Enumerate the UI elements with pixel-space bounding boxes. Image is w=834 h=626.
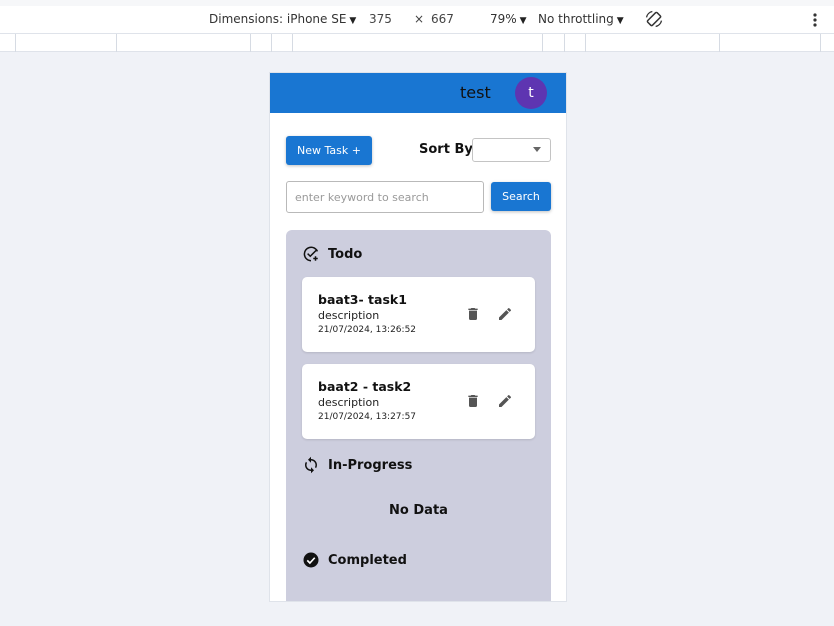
devtools-device-toolbar: Dimensions: iPhone SE ▼ 375 × 667 79% ▼ No… bbox=[0, 0, 834, 34]
check-circle-icon bbox=[303, 552, 319, 568]
device-dimensions-label: Dimensions: iPhone SE bbox=[209, 12, 347, 26]
ruler-mark[interactable] bbox=[719, 34, 720, 52]
pencil-icon[interactable] bbox=[497, 306, 513, 322]
task-description: description bbox=[318, 396, 380, 409]
section-title: Todo bbox=[328, 246, 363, 262]
task-board: Todo baat3- task1 description 21/07/2024… bbox=[286, 230, 551, 601]
ruler-mark[interactable] bbox=[271, 34, 272, 52]
device-dimensions-dropdown[interactable]: Dimensions: iPhone SE ▼ bbox=[209, 12, 356, 26]
ruler-mark[interactable] bbox=[564, 34, 565, 52]
task-title: baat3- task1 bbox=[318, 292, 407, 307]
section-title: Completed bbox=[328, 552, 407, 568]
more-vertical-icon[interactable] bbox=[808, 10, 822, 30]
rotate-icon[interactable] bbox=[644, 9, 664, 29]
dimension-separator: × bbox=[414, 12, 425, 26]
avatar[interactable]: t bbox=[515, 77, 547, 109]
throttling-dropdown[interactable]: No throttling ▼ bbox=[538, 12, 624, 26]
task-card[interactable]: baat2 - task2 description 21/07/2024, 13… bbox=[302, 364, 535, 439]
chevron-down-icon: ▼ bbox=[616, 16, 624, 26]
trash-icon[interactable] bbox=[465, 393, 481, 409]
ruler-mark[interactable] bbox=[820, 34, 821, 52]
search-input[interactable] bbox=[286, 181, 484, 213]
chevron-down-icon: ▼ bbox=[349, 16, 357, 26]
chevron-down-icon: ▼ bbox=[519, 16, 527, 26]
section-in-progress: In-Progress bbox=[302, 456, 412, 474]
search-button[interactable]: Search bbox=[491, 182, 551, 211]
device-viewport: test t New Task + Sort By Search Todo ba… bbox=[270, 73, 566, 601]
section-title: In-Progress bbox=[328, 457, 413, 473]
task-description: description bbox=[318, 309, 380, 322]
trash-icon[interactable] bbox=[465, 306, 481, 322]
media-query-ruler bbox=[0, 34, 834, 52]
username-label: test bbox=[460, 83, 491, 102]
ruler-mark[interactable] bbox=[250, 34, 251, 52]
chevron-down-icon bbox=[533, 147, 541, 152]
ruler-mark[interactable] bbox=[116, 34, 117, 52]
ruler-mark[interactable] bbox=[585, 34, 586, 52]
task-card[interactable]: baat3- task1 description 21/07/2024, 13:… bbox=[302, 277, 535, 352]
add-task-icon bbox=[303, 246, 319, 262]
sort-by-label: Sort By bbox=[419, 142, 473, 157]
ruler-mark[interactable] bbox=[15, 34, 16, 52]
task-title: baat2 - task2 bbox=[318, 379, 412, 394]
pencil-icon[interactable] bbox=[497, 393, 513, 409]
sort-by-select[interactable] bbox=[472, 138, 551, 162]
task-timestamp: 21/07/2024, 13:27:57 bbox=[318, 412, 417, 422]
zoom-label: 79% bbox=[490, 12, 517, 26]
zoom-dropdown[interactable]: 79% ▼ bbox=[490, 12, 527, 26]
section-completed: Completed bbox=[302, 551, 407, 569]
new-task-button[interactable]: New Task + bbox=[286, 136, 372, 165]
throttling-label: No throttling bbox=[538, 12, 614, 26]
empty-state-label: No Data bbox=[389, 503, 448, 518]
device-width-input[interactable]: 375 bbox=[369, 12, 392, 26]
task-timestamp: 21/07/2024, 13:26:52 bbox=[318, 325, 417, 335]
section-todo: Todo bbox=[302, 245, 362, 263]
ruler-mark[interactable] bbox=[292, 34, 293, 52]
ruler-mark[interactable] bbox=[542, 34, 543, 52]
sync-icon bbox=[305, 456, 317, 474]
app-bar: test t bbox=[270, 73, 566, 113]
device-height-input[interactable]: 667 bbox=[431, 12, 454, 26]
